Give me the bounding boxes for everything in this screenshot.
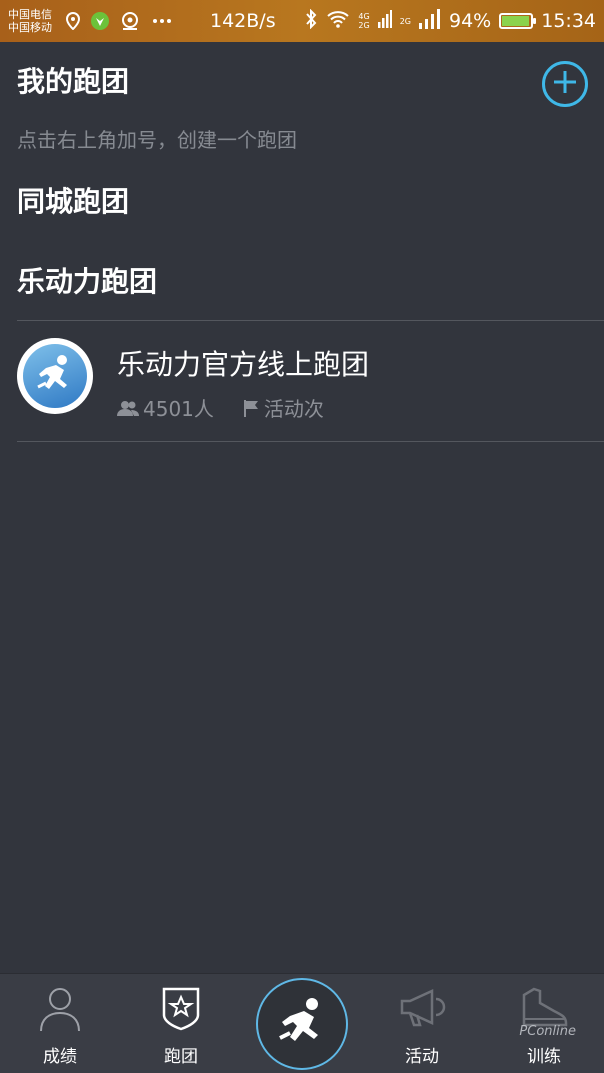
plus-icon (552, 69, 578, 99)
watermark: PConline (519, 1024, 576, 1039)
flag-icon (242, 399, 260, 417)
location-icon (66, 12, 80, 30)
net-speed: 142B/s (210, 10, 276, 32)
signal-icon-1 (377, 9, 392, 33)
carrier-names: 中国电信 中国移动 (8, 8, 66, 34)
create-club-button[interactable] (542, 61, 588, 107)
nav-label-training: 训练 (527, 1047, 561, 1067)
hotspot-icon (120, 11, 142, 31)
bottom-nav: 成绩 跑团 活动 训练 PConline (0, 973, 604, 1073)
club-avatar (17, 338, 93, 414)
megaphone-icon (398, 985, 446, 1033)
nav-label-scores: 成绩 (43, 1047, 77, 1067)
runner-icon (274, 994, 330, 1054)
bluetooth-icon (304, 8, 318, 34)
club-name: 乐动力官方线上跑团 (117, 348, 370, 381)
nav-item-scores[interactable]: 成绩 (0, 973, 120, 1073)
nav-item-clubs[interactable]: 跑团 (121, 973, 241, 1073)
status-bar: 中国电信 中国移动 142B/s 4G 2G 2G 94% 15:34 (0, 0, 604, 42)
section-brand-clubs: 乐动力跑团 (17, 265, 158, 298)
network-type-2: 2G (399, 16, 411, 26)
section-city-clubs[interactable]: 同城跑团 (17, 180, 129, 220)
signal-icon-2 (419, 8, 441, 34)
more-notifications-icon (152, 18, 172, 24)
club-members: 4501人 (143, 397, 214, 421)
start-run-button[interactable] (256, 978, 348, 1070)
clock: 15:34 (541, 10, 596, 32)
app-notification-icon (90, 11, 110, 31)
carrier-1: 中国电信 (8, 8, 52, 21)
battery-icon (499, 13, 537, 29)
nav-label-activities: 活动 (405, 1047, 439, 1067)
carrier-2: 中国移动 (8, 21, 52, 34)
nav-item-training[interactable]: 训练 (484, 973, 604, 1073)
runner-logo-icon (32, 351, 78, 401)
battery-percent: 94% (449, 10, 492, 32)
nav-item-activities[interactable]: 活动 (362, 973, 482, 1073)
create-hint: 点击右上角加号，创建一个跑团 (17, 128, 297, 152)
divider (17, 441, 604, 442)
club-activities: 活动次 (263, 397, 324, 421)
club-meta: 4501人 活动次 (117, 393, 324, 422)
club-list-item[interactable]: 乐动力官方线上跑团 4501人 活动次 (0, 321, 604, 441)
network-type: 4G 2G (358, 12, 370, 30)
title-row: 我的跑团 (17, 60, 590, 100)
members-icon (117, 400, 139, 416)
badge-star-icon (160, 985, 202, 1035)
page-title: 我的跑团 (17, 65, 130, 98)
nav-label-clubs: 跑团 (164, 1047, 198, 1067)
status-right: 4G 2G 2G 94% 15:34 (304, 8, 596, 34)
wifi-icon (326, 10, 350, 33)
person-icon (38, 985, 82, 1037)
